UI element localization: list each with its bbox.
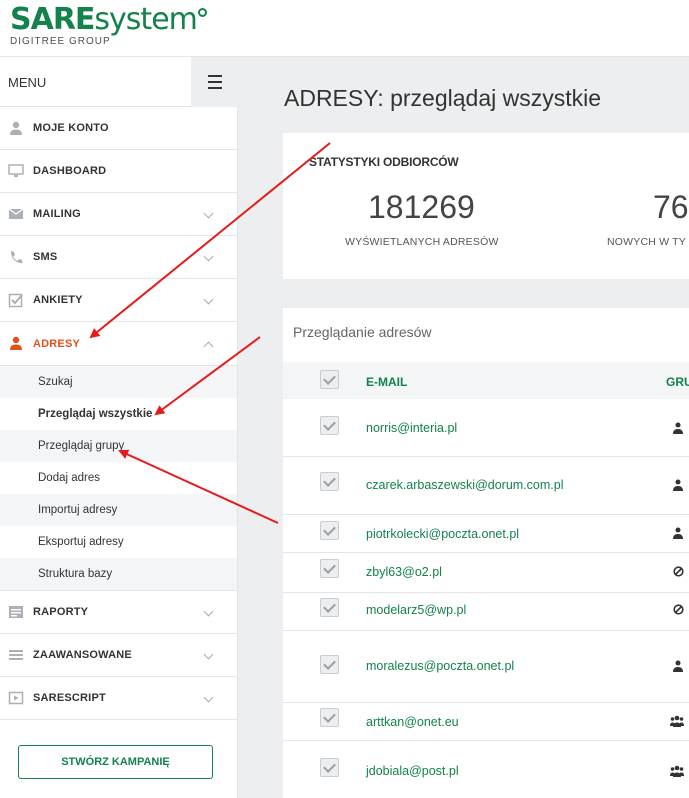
hamburger-menu-icon[interactable]	[191, 57, 238, 107]
sidebar-item-label: RAPORTY	[33, 606, 89, 618]
create-campaign-button[interactable]: STWÓRZ KAMPANIĘ	[18, 745, 213, 779]
checkbox-icon	[8, 293, 23, 308]
chevron-down-icon	[203, 208, 214, 219]
row-email-link[interactable]: arttkan@onet.eu	[366, 715, 459, 729]
recipient-stats-card: STATYSTYKI ODBIORCÓW 181269 WYŚWIETLANYC…	[283, 133, 689, 279]
submenu-item-przegladaj-wszystkie[interactable]: Przeglądaj wszystkie	[0, 398, 237, 430]
sidebar-item-label: SARESCRIPT	[33, 692, 106, 704]
submenu-item-przegladaj-grupy[interactable]: Przeglądaj grupy	[0, 430, 237, 462]
user-icon	[10, 121, 22, 135]
sidebar-item-dashboard[interactable]: DASHBOARD	[0, 150, 237, 193]
sidebar-item-ankiety[interactable]: ANKIETY	[0, 279, 237, 322]
chevron-down-icon	[203, 692, 214, 703]
table-row[interactable]: zbyl63@o2.pl	[283, 553, 689, 593]
row-email-link[interactable]: jdobiala@post.pl	[366, 764, 459, 778]
logo-subtitle: DIGITREE GROUP	[10, 36, 111, 47]
sidebar-item-label: ADRESY	[33, 337, 81, 350]
sidebar-item-moje-konto[interactable]: MOJE KONTO	[0, 107, 237, 150]
menu-label: MENU	[8, 75, 47, 90]
sidebar-item-adresy[interactable]: ADRESY	[0, 322, 237, 365]
ban-icon	[673, 604, 684, 615]
row-email-link[interactable]: norris@interia.pl	[366, 421, 457, 435]
stat-displayed-value: 181269	[368, 189, 475, 225]
logo[interactable]: SAREsystem DIGITREE GROUP	[10, 3, 207, 47]
submenu-item-importuj-adresy[interactable]: Importuj adresy	[0, 494, 237, 526]
sidebar-item-zaawansowane[interactable]: ZAAWANSOWANE	[0, 634, 237, 677]
chevron-down-icon	[203, 294, 214, 305]
menu-header: MENU	[0, 57, 238, 107]
chevron-down-icon	[203, 649, 214, 660]
user-icon	[673, 479, 683, 491]
bars-icon	[9, 650, 23, 660]
submenu-item-struktura-bazy[interactable]: Struktura bazy	[0, 558, 237, 590]
row-checkbox[interactable]	[320, 559, 339, 578]
user-icon	[673, 660, 683, 672]
submenu-item-szukaj[interactable]: Szukaj	[0, 366, 237, 398]
table-header: E-MAIL GRU	[283, 362, 689, 399]
sidebar-item-raporty[interactable]: RAPORTY	[0, 591, 237, 634]
sidebar: MENU MOJE KONTO DASHBOARD MAILING SMS AN…	[0, 57, 238, 798]
adresy-submenu: Szukaj Przeglądaj wszystkie Przeglądaj g…	[0, 365, 237, 591]
sidebar-item-label: ZAAWANSOWANE	[33, 649, 132, 661]
row-checkbox[interactable]	[320, 758, 339, 777]
stat-displayed-caption: WYŚWIETLANYCH ADRESÓW	[345, 236, 499, 248]
row-checkbox[interactable]	[320, 416, 339, 435]
table-row[interactable]: arttkan@onet.eu	[283, 703, 689, 741]
row-email-link[interactable]: zbyl63@o2.pl	[366, 565, 442, 579]
row-checkbox[interactable]	[320, 708, 339, 727]
table-row[interactable]: czarek.arbaszewski@dorum.com.pl	[283, 457, 689, 515]
logo-wordmark: SAREsystem	[10, 3, 207, 37]
row-email-link[interactable]: modelarz5@wp.pl	[366, 603, 466, 617]
address-list-card: Przeglądanie adresów E-MAIL GRU norris@i…	[283, 308, 689, 798]
select-all-checkbox[interactable]	[320, 370, 339, 389]
sidebar-item-label: SMS	[33, 251, 58, 263]
stat-new-caption: NOWYCH W TY	[607, 236, 687, 248]
submenu-item-eksportuj-adresy[interactable]: Eksportuj adresy	[0, 526, 237, 558]
chevron-up-icon	[203, 341, 214, 352]
user-icon	[673, 422, 683, 434]
page-title: ADRESY: przeglądaj wszystkie	[284, 85, 602, 111]
table-row[interactable]: moralezus@poczta.onet.pl	[283, 631, 689, 703]
table-row[interactable]: piotrkolecki@poczta.onet.pl	[283, 515, 689, 553]
row-email-link[interactable]: piotrkolecki@poczta.onet.pl	[366, 527, 519, 541]
row-email-link[interactable]: czarek.arbaszewski@dorum.com.pl	[366, 478, 563, 492]
list-title: Przeglądanie adresów	[293, 324, 432, 340]
row-email-link[interactable]: moralezus@poczta.onet.pl	[366, 659, 514, 673]
chevron-down-icon	[203, 606, 214, 617]
play-icon	[8, 691, 24, 705]
column-header-group[interactable]: GRU	[666, 375, 689, 389]
sidebar-item-mailing[interactable]: MAILING	[0, 193, 237, 236]
submenu-item-dodaj-adres[interactable]: Dodaj adres	[0, 462, 237, 494]
column-header-email[interactable]: E-MAIL	[366, 375, 407, 389]
user-icon	[673, 527, 683, 539]
envelope-icon	[8, 208, 24, 219]
users-icon	[670, 715, 684, 727]
stat-new-value: 76	[653, 189, 689, 225]
row-checkbox[interactable]	[320, 598, 339, 617]
users-icon	[670, 765, 684, 777]
sidebar-item-label: MAILING	[33, 208, 81, 220]
sidebar-item-label: ANKIETY	[33, 294, 83, 306]
phone-icon	[10, 251, 23, 264]
stats-title: STATYSTYKI ODBIORCÓW	[309, 155, 459, 169]
chevron-down-icon	[203, 251, 214, 262]
sidebar-item-sarescript[interactable]: SARESCRIPT	[0, 677, 237, 720]
sidebar-item-label: DASHBOARD	[33, 165, 107, 177]
table-row[interactable]: modelarz5@wp.pl	[283, 593, 689, 631]
table-row[interactable]: norris@interia.pl	[283, 399, 689, 457]
sidebar-item-sms[interactable]: SMS	[0, 236, 237, 279]
sidebar-item-label: MOJE KONTO	[33, 122, 109, 134]
top-bar: SAREsystem DIGITREE GROUP	[0, 0, 689, 57]
row-checkbox[interactable]	[320, 472, 339, 491]
row-checkbox[interactable]	[320, 655, 339, 674]
ban-icon	[673, 566, 684, 577]
report-icon	[9, 606, 23, 618]
monitor-icon	[8, 164, 24, 177]
user-icon	[10, 336, 22, 350]
table-row[interactable]: jdobiala@post.pl	[283, 741, 689, 798]
row-checkbox[interactable]	[320, 521, 339, 540]
